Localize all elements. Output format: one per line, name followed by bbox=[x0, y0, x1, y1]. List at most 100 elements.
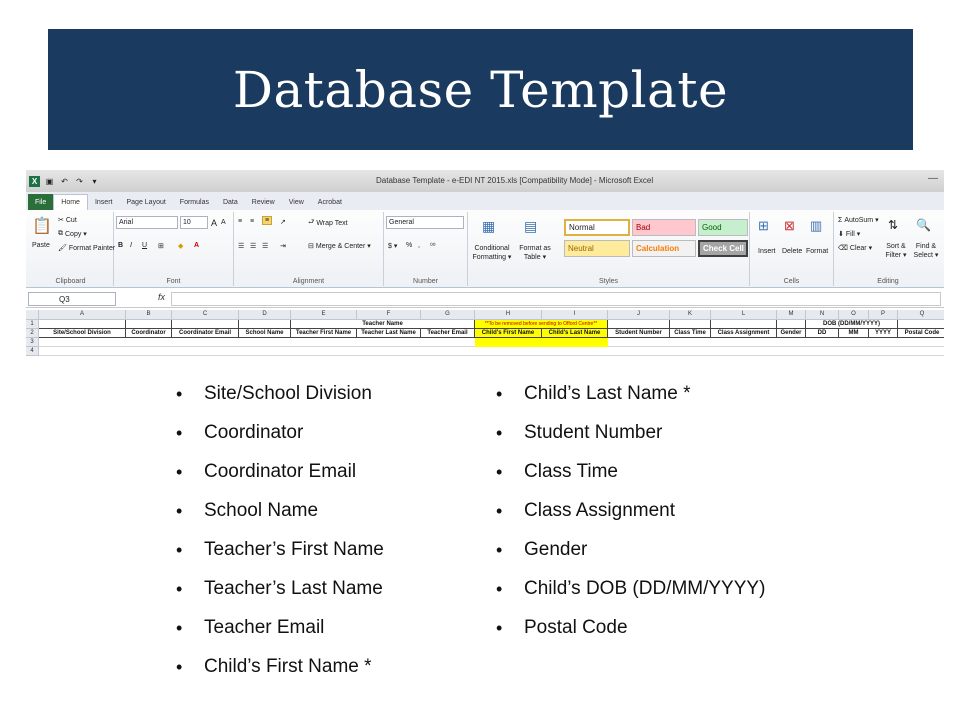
cell-field-header[interactable]: Teacher First Name bbox=[291, 329, 357, 338]
cell-field-header[interactable]: Class Assignment bbox=[711, 329, 777, 338]
number-format-select[interactable]: General bbox=[386, 216, 464, 229]
cell-row1[interactable] bbox=[608, 320, 670, 329]
delete-cells-icon[interactable]: ⊠ bbox=[784, 218, 795, 234]
cell-row1[interactable] bbox=[126, 320, 172, 329]
find-select-button[interactable]: Find & Select ▾ bbox=[912, 242, 940, 260]
tab-insert[interactable]: Insert bbox=[88, 194, 120, 210]
cell-teacher-name-header[interactable]: Teacher Name bbox=[291, 320, 475, 329]
fill-color-icon[interactable]: ◆ bbox=[178, 242, 183, 250]
borders-icon[interactable]: ⊞ bbox=[158, 242, 164, 250]
redo-icon[interactable]: ↷ bbox=[74, 176, 85, 187]
merge-center-button[interactable]: ⊟ Merge & Center ▾ bbox=[308, 242, 371, 250]
formula-input[interactable] bbox=[171, 292, 941, 306]
style-neutral[interactable]: Neutral bbox=[564, 240, 630, 257]
format-table-icon[interactable]: ▤ bbox=[524, 218, 537, 235]
cell-row1[interactable] bbox=[670, 320, 711, 329]
cell-field-header[interactable]: Coordinator Email bbox=[172, 329, 239, 338]
cell-highlight[interactable] bbox=[475, 338, 608, 347]
middle-align-icon[interactable]: ≡ bbox=[250, 218, 254, 225]
tab-acrobat[interactable]: Acrobat bbox=[311, 194, 349, 210]
clear-button[interactable]: ⌫ Clear ▾ bbox=[838, 244, 872, 252]
insert-cells-button[interactable]: Insert bbox=[758, 248, 776, 255]
tab-home[interactable]: Home bbox=[53, 194, 88, 210]
cell-field-header[interactable]: Coordinator bbox=[126, 329, 172, 338]
undo-icon[interactable]: ↶ bbox=[59, 176, 70, 187]
name-box[interactable]: Q3 bbox=[28, 292, 116, 306]
autosum-button[interactable]: Σ AutoSum ▾ bbox=[838, 216, 879, 225]
cell-field-header[interactable]: Student Number bbox=[608, 329, 670, 338]
cell-field-header[interactable]: Teacher Last Name bbox=[357, 329, 421, 338]
wrap-text-button[interactable]: ⮐ Wrap Text bbox=[308, 218, 348, 229]
cell-row1[interactable] bbox=[239, 320, 291, 329]
cell-field-header[interactable]: Child's Last Name bbox=[542, 329, 608, 338]
format-table-button[interactable]: Format as Table ▾ bbox=[516, 244, 554, 262]
font-size-select[interactable]: 10 bbox=[180, 216, 208, 229]
decimal-icon[interactable]: ⁰⁰ bbox=[430, 242, 436, 250]
cell-field-header[interactable]: School Name bbox=[239, 329, 291, 338]
align-center-icon[interactable]: ☰ bbox=[250, 242, 256, 250]
insert-cells-icon[interactable]: ⊞ bbox=[758, 218, 769, 234]
indent-icon[interactable]: ⇥ bbox=[280, 242, 286, 250]
style-normal[interactable]: Normal bbox=[564, 219, 630, 236]
orientation-icon[interactable]: ↗ bbox=[280, 218, 286, 226]
customize-icon[interactable]: ▾ bbox=[89, 176, 100, 187]
currency-icon[interactable]: $ ▾ bbox=[388, 242, 397, 250]
cell-field-header[interactable]: DD bbox=[806, 329, 839, 338]
paste-icon[interactable]: 📋 bbox=[32, 216, 52, 236]
underline-icon[interactable]: U bbox=[142, 242, 147, 249]
cell-field-header[interactable]: Site/School Division bbox=[39, 329, 126, 338]
font-name-select[interactable]: Arial bbox=[116, 216, 178, 229]
cell-field-header[interactable]: YYYY bbox=[869, 329, 898, 338]
tab-view[interactable]: View bbox=[282, 194, 311, 210]
cell-row1[interactable] bbox=[172, 320, 239, 329]
bottom-align-icon[interactable]: ≡ bbox=[262, 216, 273, 225]
cell-field-header[interactable]: Class Time bbox=[670, 329, 711, 338]
cell-field-header[interactable]: Teacher Email bbox=[421, 329, 475, 338]
shrink-font-icon[interactable]: A bbox=[221, 219, 226, 226]
font-color-icon[interactable]: A bbox=[194, 242, 199, 249]
tab-formulas[interactable]: Formulas bbox=[173, 194, 216, 210]
fill-button[interactable]: ⬇ Fill ▾ bbox=[838, 230, 860, 238]
align-right-icon[interactable]: ☰ bbox=[262, 242, 268, 250]
cell-dob-header[interactable]: DOB (DD/MM/YYYY) bbox=[806, 320, 898, 329]
style-bad[interactable]: Bad bbox=[632, 219, 696, 236]
window-controls-icon[interactable]: — bbox=[928, 173, 938, 184]
cell-row1[interactable] bbox=[777, 320, 806, 329]
paste-button[interactable]: Paste bbox=[32, 242, 50, 249]
cell-row1[interactable] bbox=[711, 320, 777, 329]
cut-button[interactable]: ✂ Cut bbox=[58, 216, 77, 225]
tab-review[interactable]: Review bbox=[245, 194, 282, 210]
percent-icon[interactable]: % bbox=[406, 242, 412, 249]
grow-font-icon[interactable]: A bbox=[211, 218, 217, 228]
cell-field-header[interactable]: MM bbox=[839, 329, 869, 338]
align-left-icon[interactable]: ☰ bbox=[238, 242, 244, 250]
format-cells-button[interactable]: Format bbox=[806, 248, 828, 255]
sort-filter-button[interactable]: Sort & Filter ▾ bbox=[882, 242, 910, 260]
cell-field-header[interactable]: Postal Code bbox=[898, 329, 944, 338]
cell-field-header[interactable]: Child's First Name bbox=[475, 329, 542, 338]
save-icon[interactable]: ▣ bbox=[44, 176, 55, 187]
tab-data[interactable]: Data bbox=[216, 194, 245, 210]
cell-field-header[interactable]: Gender bbox=[777, 329, 806, 338]
copy-button[interactable]: ⧉ Copy ▾ bbox=[58, 230, 87, 238]
comma-icon[interactable]: , bbox=[418, 242, 420, 249]
tab-page-layout[interactable]: Page Layout bbox=[119, 194, 172, 210]
style-good[interactable]: Good bbox=[698, 219, 748, 236]
conditional-formatting-icon[interactable]: ▦ bbox=[482, 218, 495, 235]
cell-row1[interactable] bbox=[39, 320, 126, 329]
fx-icon[interactable]: fx bbox=[158, 292, 165, 302]
italic-icon[interactable]: I bbox=[130, 242, 132, 249]
spreadsheet-grid[interactable]: A B C D E F G H I J K L M N O P Q 1 2 3 4 Teacher Name **To be… bbox=[26, 310, 944, 360]
tab-file[interactable]: File bbox=[28, 194, 54, 210]
bold-icon[interactable]: B bbox=[118, 242, 123, 249]
conditional-formatting-button[interactable]: Conditional Formatting ▾ bbox=[468, 244, 516, 262]
cell-row1[interactable] bbox=[898, 320, 944, 329]
format-cells-icon[interactable]: ▥ bbox=[810, 218, 822, 234]
format-painter-button[interactable]: 🖌 Format Painter bbox=[58, 244, 115, 253]
sort-filter-icon[interactable]: ⇅ bbox=[888, 218, 898, 232]
top-align-icon[interactable]: ≡ bbox=[238, 218, 242, 225]
cell-removal-note[interactable]: **To be removed before sending to Offord… bbox=[475, 320, 608, 329]
binoculars-icon[interactable]: 🔍 bbox=[916, 218, 931, 232]
style-calculation[interactable]: Calculation bbox=[632, 240, 696, 257]
delete-cells-button[interactable]: Delete bbox=[782, 248, 802, 255]
